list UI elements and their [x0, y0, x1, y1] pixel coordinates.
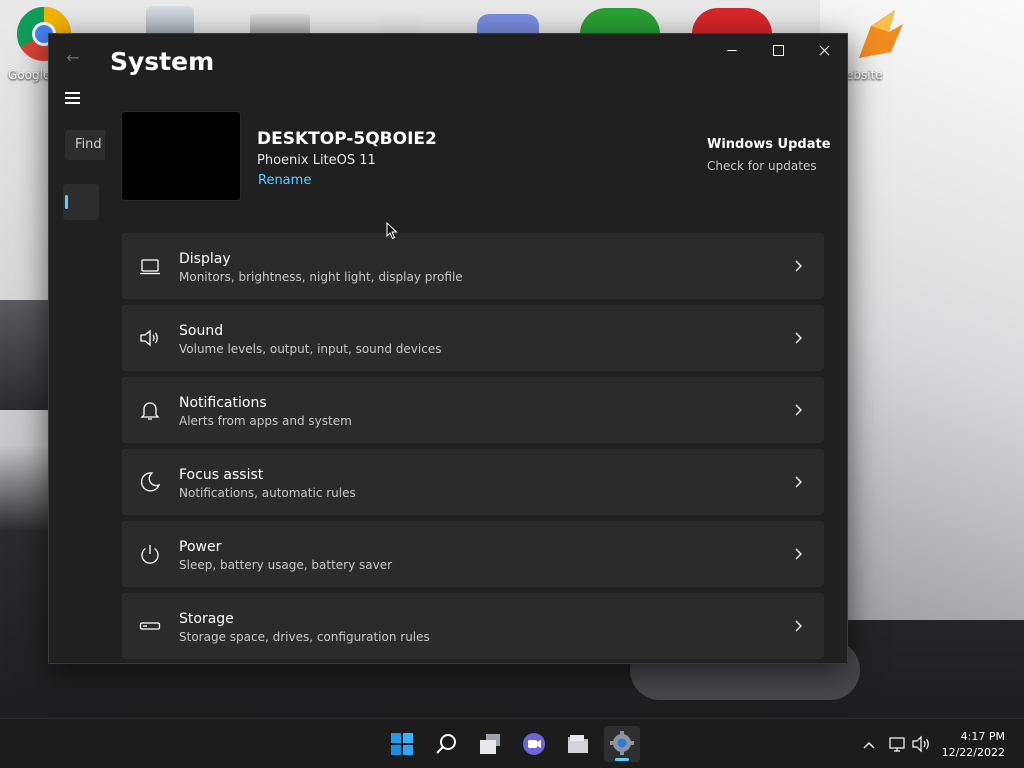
volume-icon[interactable]	[911, 719, 933, 768]
active-app-indicator	[615, 758, 629, 761]
windows-update-status: Check for updates	[707, 159, 817, 173]
settings-item-title: Sound	[179, 323, 224, 339]
chevron-up-icon[interactable]	[861, 719, 877, 768]
settings-item-notifications[interactable]: Notifications Alerts from apps and syste…	[122, 377, 824, 443]
sound-icon	[138, 326, 162, 350]
settings-item-sound[interactable]: Sound Volume levels, output, input, soun…	[122, 305, 824, 371]
settings-icon	[610, 731, 634, 755]
taskbar: 4:17 PM 12/22/2022	[0, 718, 1024, 768]
app-icon	[477, 14, 539, 34]
clock-date: 12/22/2022	[941, 746, 1005, 759]
settings-item-power[interactable]: Power Sleep, battery usage, battery save…	[122, 521, 824, 587]
settings-item-title: Focus assist	[179, 467, 264, 483]
task-view-icon	[480, 734, 500, 754]
settings-list: Display Monitors, brightness, night ligh…	[122, 233, 824, 663]
chevron-right-icon	[795, 476, 802, 488]
settings-item-title: Power	[179, 539, 222, 555]
selection-indicator	[65, 195, 68, 209]
task-view-button[interactable]	[472, 726, 508, 762]
rename-link[interactable]: Rename	[258, 173, 311, 188]
chevron-right-icon	[795, 260, 802, 272]
minimize-button[interactable]	[709, 34, 755, 66]
desktop-icon-recycle-bin[interactable]	[130, 6, 210, 34]
wallpaper-shape	[820, 0, 1024, 620]
settings-window: ← Find System DESKTOP-5QBOIE2 Phoenix Li…	[48, 33, 848, 664]
settings-item-subtitle: Alerts from apps and system	[179, 414, 352, 428]
settings-item-storage[interactable]: Storage Storage space, drives, configura…	[122, 593, 824, 659]
chevron-right-icon	[795, 620, 802, 632]
app-icon	[692, 8, 772, 34]
desktop-icon-xbox[interactable]	[580, 8, 660, 34]
desktop-icon-folder[interactable]	[240, 14, 320, 34]
taskbar-search-button[interactable]	[428, 726, 464, 762]
desktop-icon-app[interactable]	[360, 12, 440, 34]
device-wallpaper-thumbnail	[121, 111, 241, 201]
hamburger-icon	[65, 97, 80, 99]
recycle-bin-icon	[146, 6, 194, 34]
settings-item-subtitle: Monitors, brightness, night light, displ…	[179, 270, 463, 284]
system-clock[interactable]: 4:17 PM 12/22/2022	[942, 729, 1005, 761]
settings-item-display[interactable]: Display Monitors, brightness, night ligh…	[122, 233, 824, 299]
mouse-cursor-icon	[386, 222, 398, 240]
folder-icon	[250, 14, 310, 34]
window-controls	[709, 34, 847, 66]
settings-item-subtitle: Sleep, battery usage, battery saver	[179, 558, 393, 572]
file-explorer-button[interactable]	[560, 726, 596, 762]
desktop-icon-app[interactable]	[468, 14, 548, 34]
settings-item-subtitle: Notifications, automatic rules	[179, 486, 356, 500]
navigation-menu-button[interactable]	[61, 86, 85, 110]
nav-item-selected[interactable]	[63, 184, 99, 220]
chevron-right-icon	[795, 332, 802, 344]
xbox-icon	[580, 8, 660, 34]
close-button[interactable]	[801, 34, 847, 66]
bell-icon	[138, 398, 162, 422]
settings-item-subtitle: Storage space, drives, configuration rul…	[179, 630, 430, 644]
app-icon	[380, 12, 420, 34]
arrow-left-icon: ←	[66, 48, 80, 67]
settings-taskbar-button[interactable]	[604, 726, 640, 762]
search-icon	[436, 734, 456, 754]
settings-item-subtitle: Volume levels, output, input, sound devi…	[179, 342, 442, 356]
settings-item-title: Storage	[179, 611, 234, 627]
device-name: DESKTOP-5QBOIE2	[257, 129, 437, 149]
windows-update-link[interactable]: Windows Update	[707, 137, 831, 152]
desktop-icon-app[interactable]	[692, 8, 772, 34]
file-explorer-icon	[568, 735, 588, 753]
chevron-right-icon	[795, 548, 802, 560]
back-button[interactable]: ←	[61, 46, 85, 70]
settings-item-focus-assist[interactable]: Focus assist Notifications, automatic ru…	[122, 449, 824, 515]
settings-item-title: Notifications	[179, 395, 267, 411]
maximize-button[interactable]	[755, 34, 801, 66]
chat-button[interactable]	[516, 726, 552, 762]
page-title: System	[110, 47, 215, 76]
chat-icon	[523, 733, 545, 755]
chevron-right-icon	[795, 404, 802, 416]
clock-time: 4:17 PM	[960, 730, 1005, 743]
power-icon	[138, 542, 162, 566]
device-os: Phoenix LiteOS 11	[257, 153, 376, 168]
hamburger-icon	[65, 102, 80, 104]
network-icon[interactable]	[887, 719, 907, 768]
moon-icon	[138, 470, 162, 494]
storage-icon	[138, 614, 162, 638]
start-button[interactable]	[384, 726, 420, 762]
start-icon	[391, 733, 413, 755]
display-icon	[138, 254, 162, 278]
find-setting-input[interactable]: Find	[65, 130, 105, 160]
hamburger-icon	[65, 92, 80, 94]
website-shortcut-icon	[859, 10, 903, 58]
settings-item-title: Display	[179, 251, 231, 267]
search-placeholder: Find	[75, 137, 102, 152]
